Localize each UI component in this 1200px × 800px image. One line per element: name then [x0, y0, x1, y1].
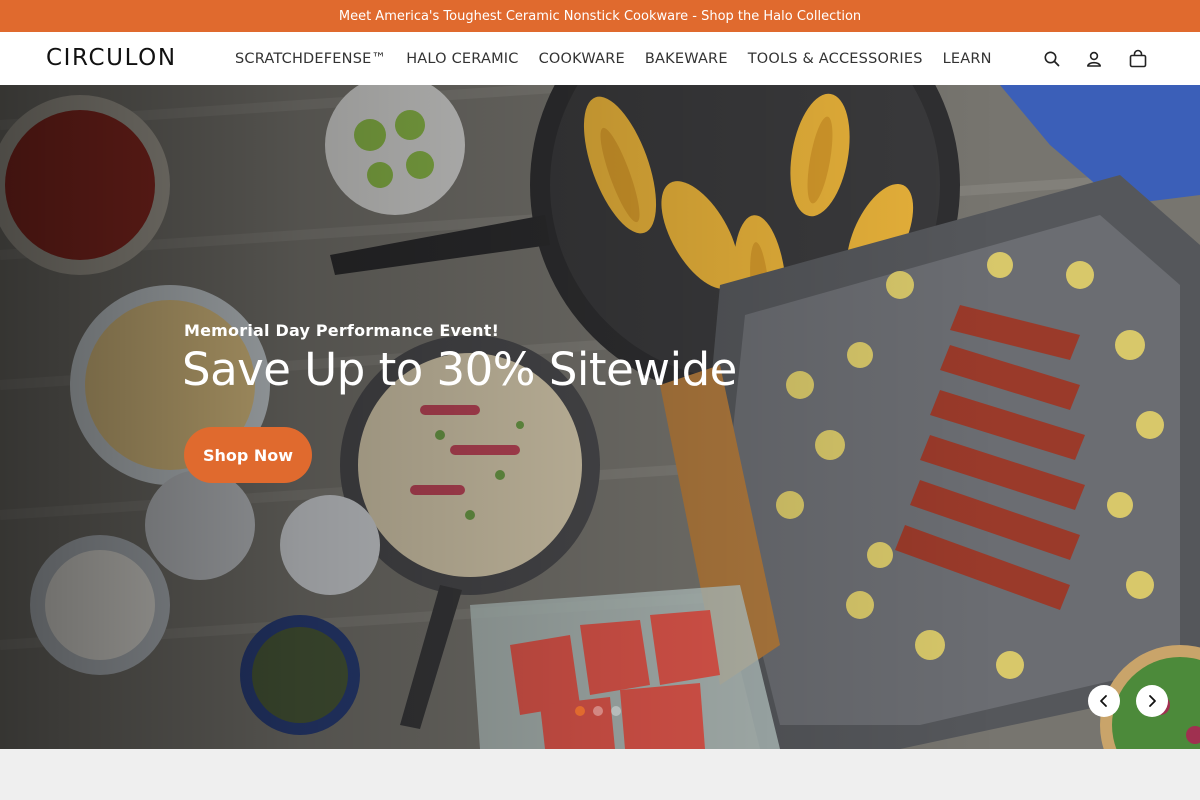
nav-item-cookware[interactable]: COOKWARE	[539, 51, 625, 67]
hero-eyebrow: Memorial Day Performance Event!	[184, 321, 500, 340]
carousel-dot-1[interactable]	[575, 706, 585, 716]
announcement-text[interactable]: Meet America's Toughest Ceramic Nonstick…	[339, 9, 861, 24]
carousel-dot-2[interactable]	[593, 706, 603, 716]
brand-logo[interactable]: CIRCULON	[46, 42, 177, 74]
main-nav: SCRATCHDEFENSE™ HALO CERAMIC COOKWARE BA…	[235, 32, 1012, 85]
hero-headline: Save Up to 30% Sitewide	[182, 343, 737, 396]
nav-item-scratchdefense[interactable]: SCRATCHDEFENSE™	[235, 51, 386, 67]
search-icon[interactable]	[1041, 48, 1063, 70]
nav-item-tools-accessories[interactable]: TOOLS & ACCESSORIES	[748, 51, 923, 67]
carousel-dot-3[interactable]	[611, 706, 621, 716]
site-header: CIRCULON SCRATCHDEFENSE™ HALO CERAMIC CO…	[0, 32, 1200, 85]
nav-item-halo-ceramic[interactable]: HALO CERAMIC	[406, 51, 518, 67]
hero-banner[interactable]: Memorial Day Performance Event! Save Up …	[0, 85, 1200, 749]
account-icon[interactable]	[1083, 48, 1105, 70]
hero-overlay	[0, 85, 1200, 749]
announcement-bar[interactable]: Meet America's Toughest Ceramic Nonstick…	[0, 0, 1200, 32]
carousel-next-button[interactable]	[1136, 685, 1168, 717]
nav-item-bakeware[interactable]: BAKEWARE	[645, 51, 728, 67]
chevron-right-icon	[1149, 695, 1156, 707]
nav-item-learn[interactable]: LEARN	[943, 51, 992, 67]
page-content-band	[0, 749, 1200, 800]
cart-icon[interactable]	[1127, 48, 1149, 70]
carousel-prev-button[interactable]	[1088, 685, 1120, 717]
shop-now-button[interactable]: Shop Now	[184, 427, 312, 483]
carousel-dots	[575, 706, 621, 716]
chevron-left-icon	[1100, 695, 1107, 707]
